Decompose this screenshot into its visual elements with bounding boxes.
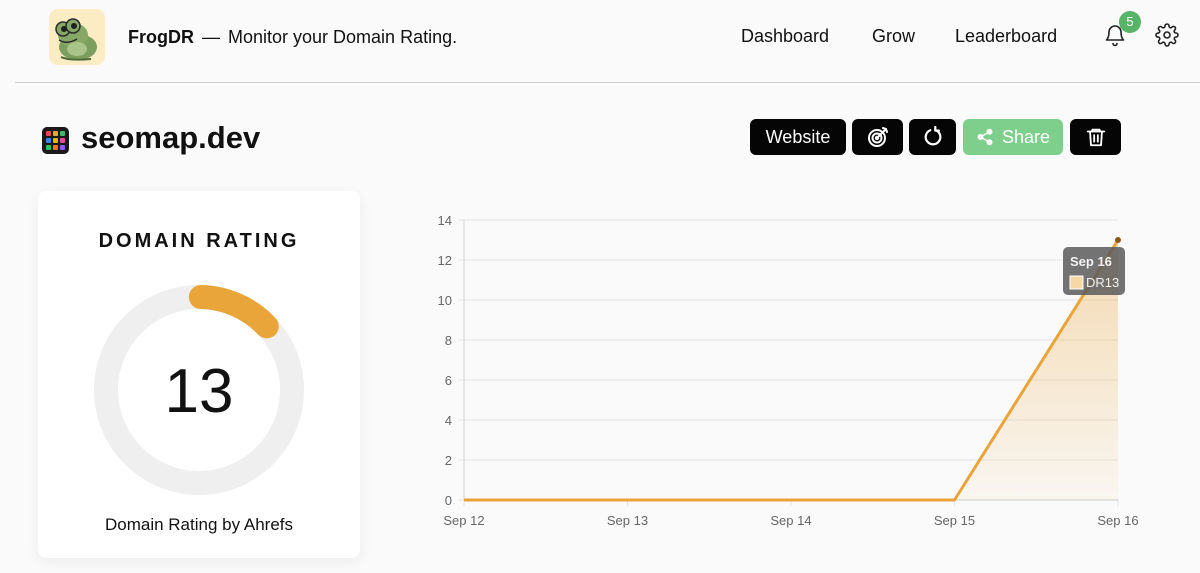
trash-icon <box>1085 126 1107 148</box>
header-divider <box>15 82 1200 83</box>
website-button[interactable]: Website <box>750 119 846 155</box>
site-favicon-icon <box>42 127 69 154</box>
website-button-label: Website <box>765 127 831 147</box>
domain-rating-card: DOMAIN RATING 13 Domain Rating by Ahrefs <box>38 191 360 558</box>
x-tick-label: Sep 16 <box>1097 513 1138 528</box>
refresh-button[interactable] <box>909 119 956 155</box>
y-tick-label: 14 <box>438 213 452 228</box>
x-tick-label: Sep 14 <box>770 513 811 528</box>
tooltip-title: Sep 16 <box>1070 254 1112 269</box>
nav-dashboard[interactable]: Dashboard <box>741 25 829 47</box>
x-tick-label: Sep 15 <box>934 513 975 528</box>
brand-separator: — <box>202 27 220 47</box>
nav-leaderboard[interactable]: Leaderboard <box>955 25 1057 47</box>
y-tick-label: 4 <box>445 413 452 428</box>
frog-logo-icon[interactable] <box>49 9 105 65</box>
gear-icon[interactable] <box>1155 23 1179 47</box>
y-tick-label: 8 <box>445 333 452 348</box>
gauge-progress-arc <box>188 285 279 339</box>
y-tick-label: 2 <box>445 453 452 468</box>
refresh-icon <box>922 126 944 148</box>
domain-rating-chart: 0 2 4 6 8 10 12 14 Sep 12 Sep 13 Sep 14 Sep 15 Sep 1… <box>438 213 1139 528</box>
nav-grow[interactable]: Grow <box>872 25 915 47</box>
share-icon <box>976 128 994 146</box>
series-area-dr <box>464 240 1118 500</box>
target-button[interactable] <box>852 119 903 155</box>
data-point-sep-16 <box>1115 237 1121 243</box>
x-tick-label: Sep 13 <box>607 513 648 528</box>
tooltip-label: DR13 <box>1086 275 1119 290</box>
y-tick-label: 0 <box>445 493 452 508</box>
domain-rating-value: 13 <box>164 357 234 426</box>
app-name: FrogDR <box>128 27 194 47</box>
app-tagline: Monitor your Domain Rating. <box>228 27 458 47</box>
domain-rating-source: Domain Rating by Ahrefs <box>104 515 294 534</box>
domain-rating-title: DOMAIN RATING <box>98 230 300 252</box>
delete-button[interactable] <box>1070 119 1121 155</box>
y-tick-label: 10 <box>438 293 452 308</box>
site-title: seomap.dev <box>81 120 261 155</box>
notification-badge[interactable]: 5 <box>1119 11 1141 33</box>
tooltip-swatch <box>1069 275 1084 290</box>
brand: FrogDR — Monitor your Domain Rating. <box>128 26 457 48</box>
share-button[interactable]: Share <box>963 119 1063 155</box>
y-tick-label: 6 <box>445 373 452 388</box>
top-header: FrogDR — Monitor your Domain Rating. Dashb… <box>0 0 1200 82</box>
y-tick-label: 12 <box>438 253 452 268</box>
target-icon <box>866 125 890 149</box>
x-tick-label: Sep 12 <box>443 513 484 528</box>
share-button-label: Share <box>1001 127 1051 147</box>
